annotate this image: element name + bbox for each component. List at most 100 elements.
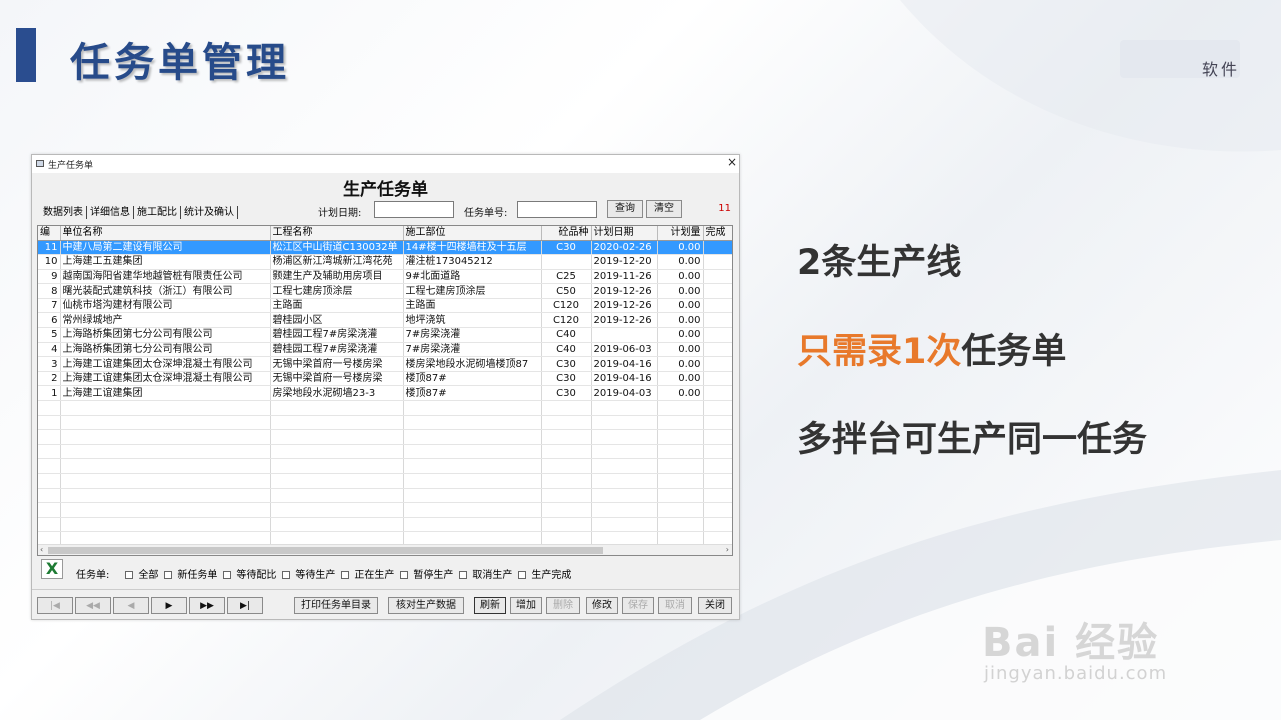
empty-cell [403, 517, 542, 533]
col-header-plan-qty[interactable]: 计划量 [657, 226, 704, 241]
tab-details[interactable]: 详细信息 [87, 206, 134, 219]
excel-export-icon[interactable]: X [41, 559, 63, 579]
col-header-grade[interactable]: 砼品种 [541, 226, 592, 241]
clear-button[interactable]: 清空 [646, 200, 682, 218]
scroll-left-icon[interactable]: ‹ [40, 545, 43, 554]
filter-completed[interactable]: 生产完成 [518, 566, 571, 581]
checkbox[interactable] [164, 571, 173, 579]
table-row[interactable]: 7仙桃市塔沟建材有限公司主路面主路面C1202019-12-260.000. [38, 298, 732, 314]
table-cell: 无锡中梁首府一号楼房梁 [270, 371, 404, 387]
empty-cell [541, 473, 592, 489]
table-cell: 0. [703, 312, 732, 329]
company-logo: 软件 [1120, 38, 1240, 80]
prev-record-button[interactable]: ◀ [113, 597, 149, 614]
next-record-button[interactable]: ▶ [151, 597, 187, 614]
table-cell: 0.00 [657, 254, 704, 270]
table-row[interactable]: 9 越南国海阳省建华地越管桩有限责任公司 颢建生产及辅助用房项目 9#北面道路 C25 2… [38, 269, 732, 285]
filter-in-production[interactable]: 正在生产 [341, 566, 394, 581]
filter-new[interactable]: 新任务单 [164, 566, 217, 581]
window-titlebar[interactable]: 生产任务单 × [32, 155, 739, 173]
empty-cell [657, 458, 704, 474]
empty-cell [270, 429, 404, 445]
col-header-location[interactable]: 施工部位 [403, 226, 542, 241]
table-cell: 5 [38, 327, 61, 343]
table-cell: 颢建生产及辅助用房项目 [270, 269, 404, 285]
table-row[interactable]: 2 上海建工谊建集团太仓深坤混凝土有限公司 无锡中梁首府一号楼房梁 楼顶87# C30 2… [38, 371, 732, 387]
table-row[interactable]: 11 中建八局第二建设有限公司 松江区中山街道C130032单 14#楼十四楼墙柱及十… [38, 240, 732, 256]
record-count: 11 [718, 203, 731, 214]
empty-cell [403, 444, 542, 460]
empty-cell [60, 458, 271, 474]
tab-data-list[interactable]: 数据列表 [40, 206, 87, 219]
table-row[interactable]: 3 上海建工谊建集团太仓深坤混凝土有限公司 无锡中梁首府一号楼房梁 楼房梁地段水泥砌墙… [38, 356, 732, 372]
col-header-done[interactable]: 完成 [703, 226, 732, 241]
verify-production-button[interactable]: 核对生产数据 [388, 597, 464, 614]
table-cell: 10 [38, 254, 61, 270]
table-row[interactable]: 6常州绿城地产碧桂园小区地坪浇筑C1202019-12-260.000. [38, 312, 732, 329]
scroll-thumb[interactable] [48, 547, 603, 554]
empty-cell [591, 400, 658, 416]
print-order-list-button[interactable]: 打印任务单目录 [294, 597, 378, 614]
table-cell: 碧桂园小区 [270, 312, 404, 329]
table-cell: 1 [38, 385, 61, 402]
table-row[interactable]: 4 上海路桥集团第七分公司有限公司 碧桂园工程7#房梁浇灌 7#房梁浇灌 C40 2019… [38, 342, 732, 358]
prev-page-button[interactable]: ◀◀ [75, 597, 111, 614]
col-header-project[interactable]: 工程名称 [270, 226, 404, 241]
table-cell: 工程七建房顶涂层 [403, 283, 542, 299]
filter-paused[interactable]: 暂停生产 [400, 566, 453, 581]
col-header-company[interactable]: 单位名称 [60, 226, 271, 241]
empty-cell [60, 502, 271, 518]
empty-row [38, 400, 732, 416]
table-cell: 2019-04-16 [591, 371, 658, 387]
table-cell: 楼顶87# [403, 385, 542, 402]
horizontal-scrollbar[interactable]: ‹ › [38, 544, 732, 555]
query-button[interactable]: 查询 [607, 200, 643, 218]
checkbox[interactable] [341, 571, 350, 579]
accent-text: 只需录1次 [797, 332, 962, 372]
empty-cell [270, 517, 404, 533]
checkbox[interactable] [459, 571, 468, 579]
table-row[interactable]: 8 曙光装配式建筑科技（浙江）有限公司 工程七建房顶涂层 工程七建房顶涂层 C50 201… [38, 283, 732, 299]
next-page-button[interactable]: ▶▶ [189, 597, 225, 614]
add-button[interactable]: 增加 [510, 597, 542, 614]
tab-stats-confirm[interactable]: 统计及确认 [181, 206, 238, 219]
refresh-button[interactable]: 刷新 [474, 597, 506, 614]
checkbox[interactable] [282, 571, 291, 579]
empty-cell [591, 429, 658, 445]
scroll-right-icon[interactable]: › [726, 545, 729, 554]
table-row[interactable]: 5 上海路桥集团第七分公司有限公司 碧桂园工程7#房梁浇灌 7#房梁浇灌 C40 0.00… [38, 327, 732, 343]
last-record-button[interactable]: ▶| [227, 597, 263, 614]
col-header-plan-date[interactable]: 计划日期 [591, 226, 658, 241]
save-button[interactable]: 保存 [622, 597, 654, 614]
edit-button[interactable]: 修改 [586, 597, 618, 614]
delete-button[interactable]: 删除 [546, 597, 580, 614]
filter-cancelled[interactable]: 取消生产 [459, 566, 512, 581]
checkbox[interactable] [400, 571, 409, 579]
filter-await-ratio[interactable]: 等待配比 [223, 566, 276, 581]
first-record-button[interactable]: |◀ [37, 597, 73, 614]
checkbox[interactable] [223, 571, 232, 579]
empty-cell [38, 444, 61, 460]
table-cell: 0. [703, 342, 732, 358]
checkbox[interactable] [518, 571, 527, 579]
filter-await-production[interactable]: 等待生产 [282, 566, 335, 581]
empty-cell [60, 429, 271, 445]
close-icon[interactable]: × [727, 155, 737, 169]
table-cell: 2019-12-26 [591, 283, 658, 299]
empty-cell [541, 488, 592, 504]
cancel-button[interactable]: 取消 [658, 597, 692, 614]
empty-cell [541, 444, 592, 460]
table-row[interactable]: 1 上海建工谊建集团 房梁地段水泥砌墙23-3 楼顶87# C30 2019-04-03 0… [38, 385, 732, 402]
tab-mix-ratio[interactable]: 施工配比 [134, 206, 181, 219]
filter-all[interactable]: 全部 [125, 566, 158, 581]
table-cell: 上海建工谊建集团 [60, 385, 271, 402]
empty-cell [703, 444, 732, 460]
order-no-input[interactable] [517, 201, 597, 218]
table-row[interactable]: 10 上海建工五建集团 杨浦区新江湾城新江湾花苑 灌注桩173045212 2019-1… [38, 254, 732, 270]
table-cell: 0.00 [657, 356, 704, 372]
col-header-no[interactable]: 编 [38, 226, 61, 241]
close-button[interactable]: 关闭 [698, 597, 732, 614]
checkbox[interactable] [125, 571, 134, 579]
empty-row [38, 502, 732, 518]
plan-date-input[interactable] [374, 201, 454, 218]
